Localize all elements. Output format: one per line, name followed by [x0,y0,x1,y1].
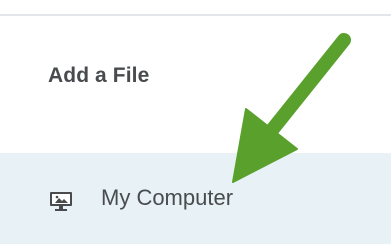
top-divider [0,14,391,16]
desktop-computer-icon [50,192,72,211]
source-item-label: My Computer [101,185,234,210]
dialog-title: Add a File [48,64,150,87]
source-item-my-computer[interactable]: My Computer [0,153,391,244]
add-file-dialog: Add a File My Computer [0,0,391,244]
